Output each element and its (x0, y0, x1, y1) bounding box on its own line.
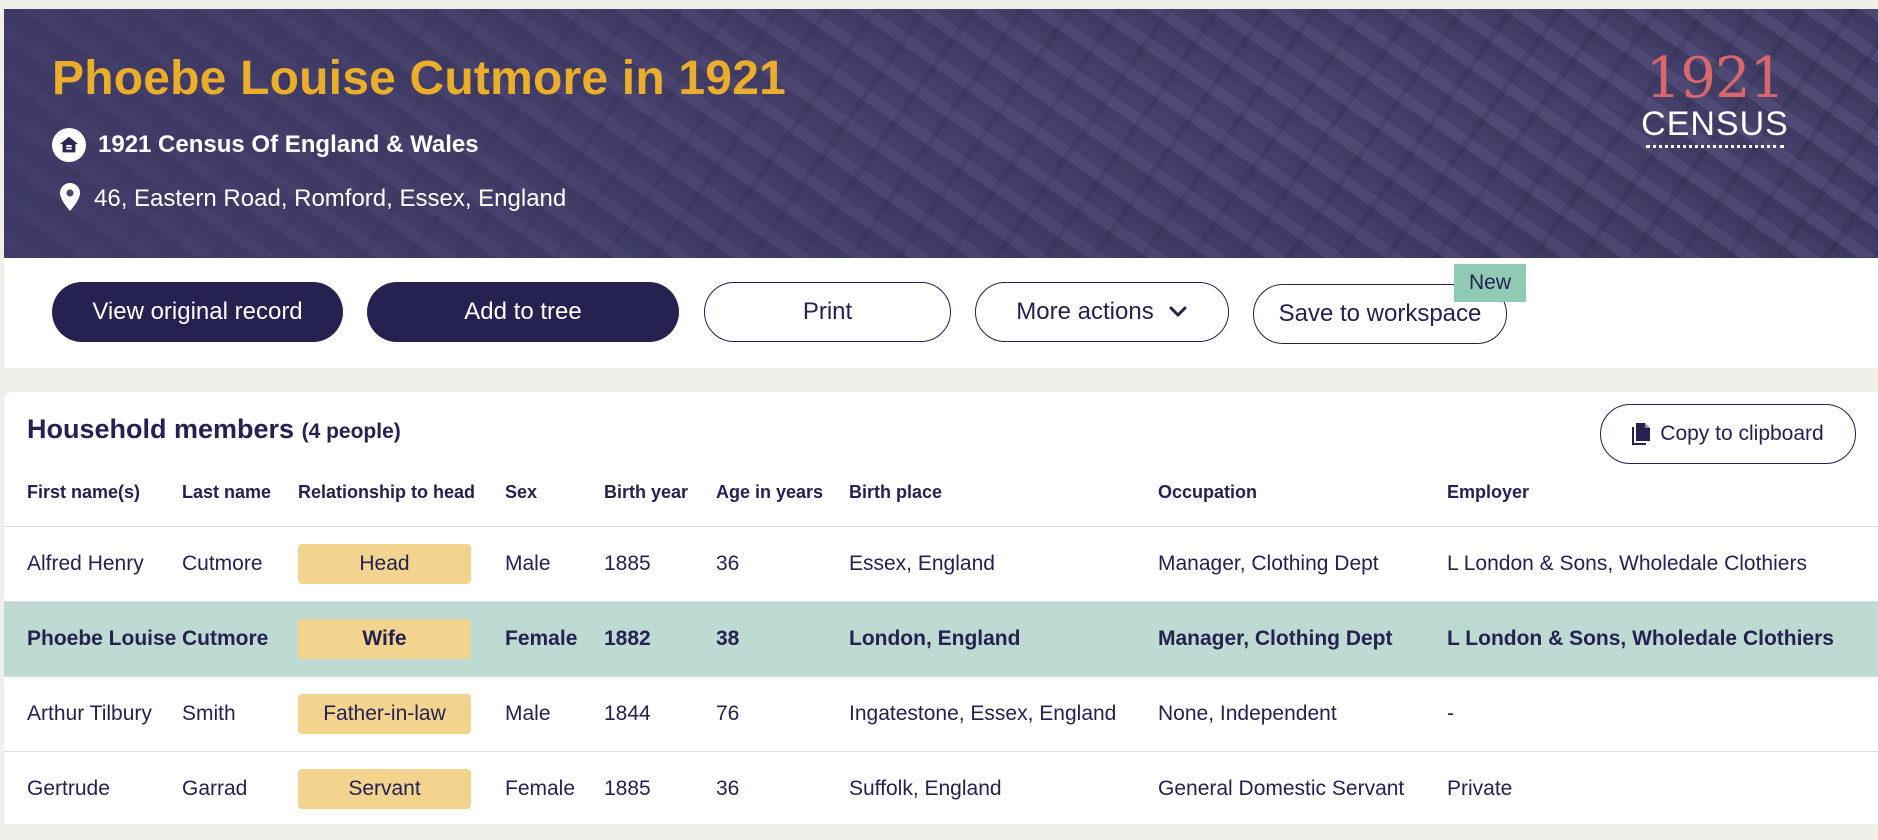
cell-age: 38 (716, 601, 849, 677)
address-text: 46, Eastern Road, Romford, Essex, Englan… (94, 185, 567, 212)
col-last-name: Last name (182, 482, 298, 527)
cell-employer: L London & Sons, Wholedale Clothiers (1447, 526, 1878, 602)
collection-name: 1921 Census Of England & Wales (98, 131, 479, 158)
table-row-selected-person: Phoebe Louise Cutmore Wife Female 1882 3… (4, 601, 1878, 677)
cell-birth-year: 1844 (604, 676, 716, 752)
cell-age: 36 (716, 526, 849, 602)
cell-employer: - (1447, 676, 1878, 752)
col-first-names: First name(s) (4, 482, 182, 527)
record-header-banner: Phoebe Louise Cutmore in 1921 1921 Censu… (4, 9, 1878, 258)
cell-first-names: Arthur Tilbury (4, 676, 182, 752)
home-icon (52, 128, 86, 162)
cell-sex: Female (505, 601, 604, 677)
cell-relationship: Wife (298, 601, 505, 677)
cell-first-names: Alfred Henry (4, 526, 182, 602)
cell-relationship: Head (298, 526, 505, 602)
document-copy-icon (1632, 423, 1651, 445)
cell-relationship: Servant (298, 752, 505, 827)
cell-birth-year: 1885 (604, 777, 651, 800)
logo-dots (1646, 145, 1784, 148)
cell-last-name: Cutmore (182, 526, 298, 602)
copy-to-clipboard-button[interactable]: Copy to clipboard (1600, 404, 1856, 464)
relationship-badge: Head (298, 544, 471, 584)
col-occupation: Occupation (1158, 482, 1447, 527)
cell-sex: Male (505, 526, 604, 602)
save-to-workspace-label: Save to workspace (1278, 300, 1482, 327)
household-title-text: Household members (27, 414, 295, 444)
record-action-bar: View original record Add to tree Print M… (4, 258, 1878, 368)
add-to-tree-label: Add to tree (464, 298, 582, 325)
cell-sex: Female (505, 777, 576, 800)
print-label: Print (802, 298, 853, 325)
cell-last-name: Cutmore (182, 601, 298, 677)
collection-row: 1921 Census Of England & Wales (52, 128, 479, 162)
household-members-card: Household members (4 people) Copy to cli… (4, 392, 1878, 824)
cell-first-names: Gertrude (27, 777, 110, 800)
col-relationship: Relationship to head (298, 482, 505, 527)
cell-birth-place: Ingatestone, Essex, England (849, 676, 1158, 752)
logo-word: CENSUS (1641, 105, 1789, 143)
cell-sex: Male (505, 676, 604, 752)
relationship-badge: Servant (298, 769, 471, 809)
cell-birth-place: London, England (849, 601, 1158, 677)
table-row: Arthur Tilbury Smith Father-in-law Male … (4, 676, 1878, 752)
cell-occupation: Manager, Clothing Dept (1158, 526, 1447, 602)
table-row: Gertrude Garrad Servant Female 1885 36 S… (4, 752, 1878, 827)
cell-last-name: Garrad (182, 777, 248, 800)
cell-age: 76 (716, 676, 849, 752)
household-members-table: First name(s) Last name Relationship to … (4, 482, 1878, 826)
cell-birth-place: Suffolk, England (849, 777, 1002, 800)
new-badge: New (1454, 264, 1526, 302)
cell-first-names: Phoebe Louise (4, 601, 182, 677)
household-title: Household members (4 people) (27, 414, 401, 445)
cell-employer: L London & Sons, Wholedale Clothiers (1447, 601, 1878, 677)
more-actions-button[interactable]: More actions (975, 282, 1229, 342)
col-birth-place: Birth place (849, 482, 1158, 527)
add-to-tree-button[interactable]: Add to tree (367, 282, 679, 342)
chevron-down-icon (1168, 305, 1188, 319)
cell-relationship: Father-in-law (298, 676, 505, 752)
map-pin-icon (60, 182, 80, 216)
table-header-row: First name(s) Last name Relationship to … (4, 482, 1878, 527)
logo-year: 1921 (1645, 46, 1786, 111)
print-button[interactable]: Print (704, 282, 951, 342)
cell-occupation: General Domestic Servant (1158, 777, 1405, 800)
view-original-record-button[interactable]: View original record (52, 282, 343, 342)
copy-to-clipboard-label: Copy to clipboard (1660, 422, 1824, 445)
col-age: Age in years (716, 482, 849, 527)
cell-last-name: Smith (182, 676, 298, 752)
col-employer: Employer (1447, 482, 1878, 527)
cell-birth-place: Essex, England (849, 526, 1158, 602)
cell-birth-year: 1882 (604, 601, 716, 677)
cell-employer: Private (1447, 777, 1513, 800)
household-count: (4 people) (301, 420, 401, 443)
cell-birth-year: 1885 (604, 526, 716, 602)
cell-occupation: Manager, Clothing Dept (1158, 601, 1447, 677)
census-1921-logo: 1921 CENSUS (1640, 51, 1790, 148)
col-sex: Sex (505, 482, 604, 527)
cell-occupation: None, Independent (1158, 676, 1447, 752)
view-original-record-label: View original record (92, 298, 303, 325)
relationship-badge: Wife (298, 619, 471, 659)
relationship-badge: Father-in-law (298, 694, 471, 734)
table-row: Alfred Henry Cutmore Head Male 1885 36 E… (4, 526, 1878, 602)
more-actions-label: More actions (1016, 298, 1154, 325)
col-birth-year: Birth year (604, 482, 716, 527)
cell-age: 36 (716, 777, 740, 800)
address-row: 46, Eastern Road, Romford, Essex, Englan… (60, 181, 566, 217)
page-title: Phoebe Louise Cutmore in 1921 (52, 52, 786, 105)
